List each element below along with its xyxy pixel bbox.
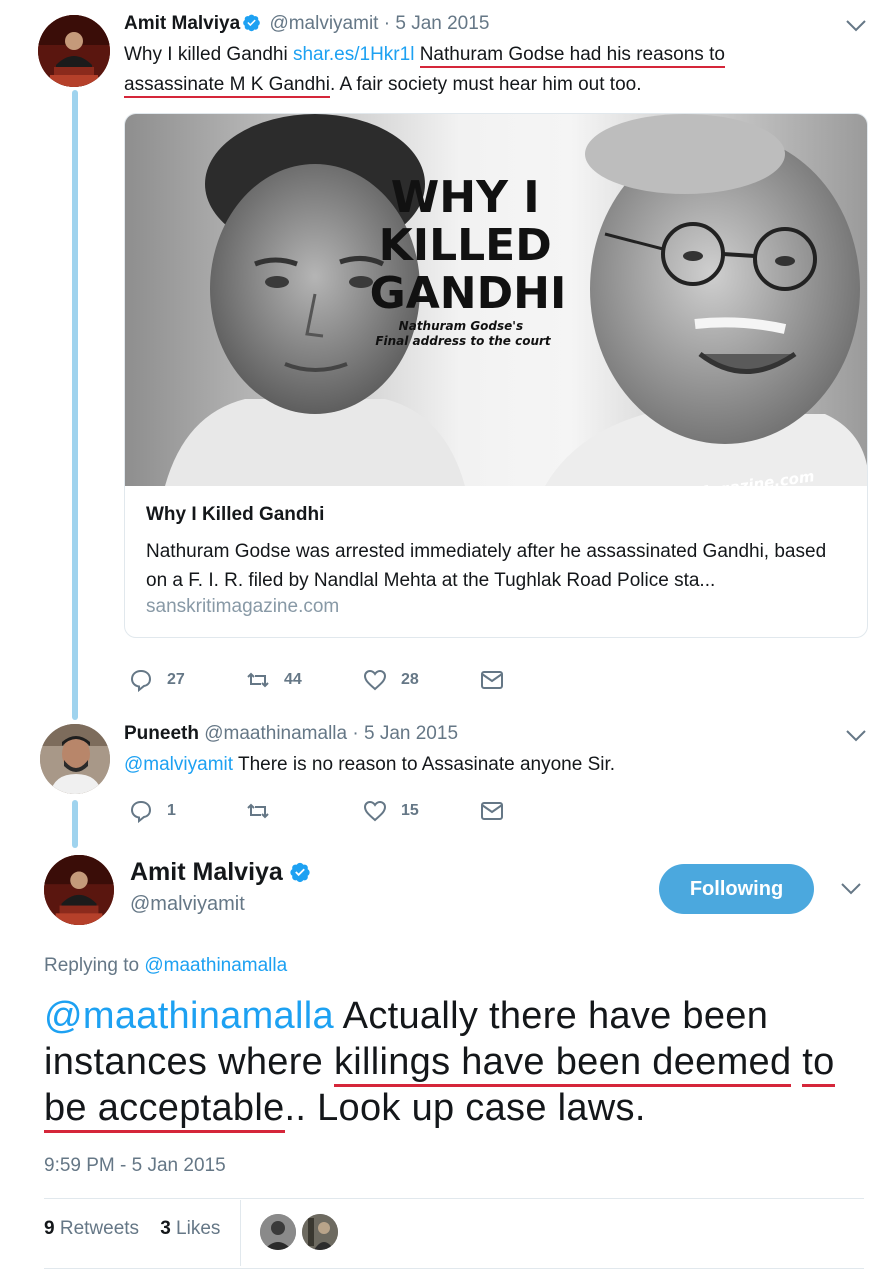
tweet-link[interactable]: shar.es/1Hkr1l	[293, 44, 414, 65]
reply-button[interactable]: 27	[129, 668, 246, 692]
tweet-text-part: . A fair society must hear him out too.	[329, 74, 642, 95]
tweet-text-part	[414, 44, 419, 65]
like-count: 15	[401, 802, 419, 819]
retweet-icon	[247, 672, 269, 688]
tweet-actions: 27 44 28	[129, 665, 597, 695]
verified-badge-icon	[243, 14, 260, 32]
divider	[44, 1268, 864, 1269]
author-name[interactable]: Puneeth	[124, 723, 199, 744]
direct-message-button[interactable]	[480, 668, 597, 692]
verified-badge-icon	[290, 862, 310, 883]
card-domain: sanskritimagazine.com	[146, 596, 340, 617]
author-handle[interactable]: @malviyamit	[130, 893, 245, 916]
direct-message-icon	[481, 671, 503, 689]
tweet-text: @malviyamit There is no reason to Assasi…	[124, 750, 824, 780]
image-subtitle: Nathuram Godse's Final address to the co…	[375, 319, 552, 348]
tweet-text-part: .. Look up case laws.	[284, 1087, 646, 1129]
like-button[interactable]: 15	[363, 799, 480, 823]
like-icon	[363, 669, 387, 691]
retweets-stat[interactable]: 9 Retweets	[44, 1218, 139, 1239]
tweet-header: Amit Malviya @malviyamit · 5 Jan 2015	[124, 12, 489, 36]
image-title: WHY I KILLED GANDHI	[370, 172, 567, 319]
like-icon	[363, 800, 387, 822]
card-description: Nathuram Godse was arrested immediately …	[146, 541, 827, 591]
reply-count: 1	[167, 802, 176, 819]
highlighted-text: Nathuram Godse had his reasons to	[419, 44, 725, 68]
tweet-header: Puneeth @maathinamalla · 5 Jan 2015	[124, 722, 458, 746]
reply-count: 27	[167, 671, 185, 688]
highlighted-text: assassinate M K Gandhi	[124, 74, 330, 98]
divider	[44, 1198, 864, 1199]
tweet-date[interactable]: 5 Jan 2015	[364, 723, 458, 744]
separator-dot: ·	[352, 723, 359, 744]
author-name[interactable]: Amit Malviya	[130, 858, 314, 887]
author-handle[interactable]: @malviyamit	[269, 13, 378, 34]
avatar[interactable]	[44, 855, 114, 925]
retweet-button[interactable]: 44	[246, 668, 363, 692]
following-button[interactable]: Following	[659, 864, 814, 914]
card-title: Why I Killed Gandhi	[146, 504, 325, 525]
tweet-text-part: There is no reason to Assasinate anyone …	[233, 754, 616, 775]
direct-message-button[interactable]	[480, 799, 597, 823]
mention-link[interactable]: @malviyamit	[124, 754, 233, 775]
author-name[interactable]: Amit Malviya	[124, 13, 240, 34]
reply-button[interactable]: 1	[129, 799, 246, 823]
tweet-text: Why I killed Gandhi shar.es/1Hkr1l Nathu…	[124, 40, 824, 100]
stats-separator	[240, 1200, 241, 1266]
like-label: Likes	[170, 1218, 221, 1239]
like-count: 28	[401, 671, 419, 688]
replying-to-link[interactable]: @maathinamalla	[144, 955, 287, 976]
avatar[interactable]	[38, 15, 110, 87]
direct-message-icon	[481, 802, 503, 820]
chevron-down-icon[interactable]	[840, 882, 862, 896]
avatar[interactable]	[40, 724, 110, 794]
author-name-text: Amit Malviya	[130, 858, 283, 886]
card-image: WHY I KILLED GANDHI Nathuram Godse's Fin…	[125, 114, 867, 486]
author-handle[interactable]: @maathinamalla	[204, 723, 347, 744]
retweet-count: 44	[284, 671, 302, 688]
mention-link[interactable]: @maathinamalla	[44, 995, 334, 1037]
like-total: 3	[160, 1218, 171, 1239]
retweet-label: Retweets	[54, 1218, 140, 1239]
link-preview-card[interactable]: WHY I KILLED GANDHI Nathuram Godse's Fin…	[124, 113, 868, 638]
likes-stat[interactable]: 3 Likes	[160, 1218, 220, 1239]
like-button[interactable]: 28	[363, 668, 480, 692]
main-tweet-text: @maathinamalla Actually there have been …	[44, 993, 864, 1133]
tweet-stats: 9 Retweets 3 Likes	[44, 1218, 220, 1240]
retweet-icon	[247, 803, 269, 819]
retweet-button[interactable]	[246, 799, 363, 823]
liker-avatar[interactable]	[260, 1214, 296, 1250]
chevron-down-icon[interactable]	[845, 19, 867, 33]
highlighted-text: killings have been deemed	[333, 1041, 792, 1087]
tweet-actions: 1 15	[129, 796, 597, 826]
tweet-text-part: Why I killed Gandhi	[124, 44, 293, 65]
tweet-date[interactable]: 5 Jan 2015	[395, 13, 489, 34]
replying-to: Replying to @maathinamalla	[44, 955, 287, 977]
reply-icon	[130, 800, 152, 823]
reply-icon	[130, 669, 152, 692]
tweet-text-part	[791, 1041, 802, 1083]
replying-label: Replying to	[44, 955, 145, 976]
liker-avatar[interactable]	[302, 1214, 338, 1250]
retweet-total: 9	[44, 1218, 55, 1239]
tweet-timestamp[interactable]: 9:59 PM - 5 Jan 2015	[44, 1155, 226, 1177]
thread-line	[72, 800, 78, 848]
thread-line	[72, 90, 78, 720]
chevron-down-icon[interactable]	[845, 729, 867, 743]
separator-dot: ·	[383, 13, 391, 34]
